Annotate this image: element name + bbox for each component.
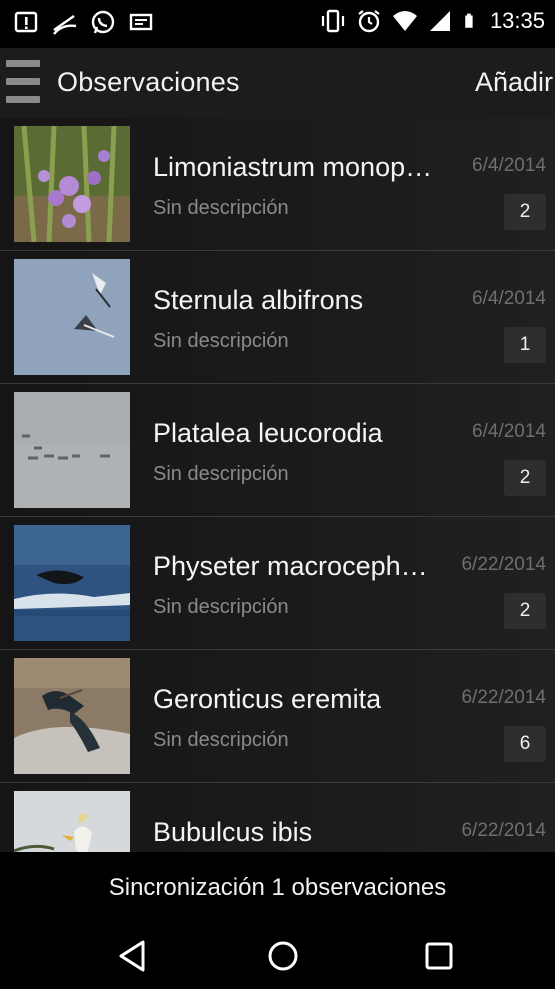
observation-description: Sin descripción	[153, 596, 289, 618]
status-bar: 13:35	[0, 0, 555, 48]
observation-thumbnail	[14, 658, 130, 774]
status-right-icons: 13:35	[320, 8, 545, 34]
menu-icon[interactable]	[6, 56, 40, 108]
observation-date: 6/22/2014	[461, 687, 546, 708]
screen: 13:35 Observaciones Añadir Limoniastrum …	[0, 0, 555, 989]
add-button[interactable]: Añadir	[475, 67, 555, 98]
alert-icon	[14, 11, 38, 33]
observation-description: Sin descripción	[153, 729, 289, 751]
observation-row[interactable]: Limoniastrum monop… Sin descripción 6/4/…	[0, 118, 555, 251]
signal-scribble-icon	[53, 15, 77, 35]
observation-thumbnail	[14, 525, 130, 641]
observation-date: 6/22/2014	[461, 820, 546, 841]
navigation-bar	[0, 924, 555, 989]
recents-icon[interactable]	[419, 936, 459, 976]
observation-name: Bubulcus ibis	[153, 817, 313, 847]
observation-date: 6/4/2014	[472, 288, 546, 309]
wifi-icon	[392, 11, 417, 31]
observation-row[interactable]: Physeter macroceph… Sin descripción 6/22…	[0, 517, 555, 650]
observation-date: 6/4/2014	[472, 155, 546, 176]
observation-description: Sin descripción	[153, 463, 289, 485]
observation-thumbnail	[14, 791, 130, 852]
observation-thumbnail	[14, 126, 130, 242]
whatsapp-icon	[91, 10, 115, 34]
battery-icon	[465, 13, 473, 28]
observation-name: Sternula albifrons	[153, 285, 364, 315]
sync-status-bar[interactable]: Sincronización 1 observaciones	[0, 852, 555, 924]
cell-signal-icon	[429, 11, 450, 31]
vibrate-icon	[321, 9, 345, 33]
home-icon[interactable]	[263, 936, 303, 976]
observation-row[interactable]: Geronticus eremita Sin descripción 6/22/…	[0, 650, 555, 783]
observation-list[interactable]: Limoniastrum monop… Sin descripción 6/4/…	[0, 118, 555, 852]
back-icon[interactable]	[113, 936, 153, 976]
status-left-icons	[14, 10, 154, 36]
observation-row[interactable]: Sternula albifrons Sin descripción 6/4/2…	[0, 251, 555, 384]
page-title: Observaciones	[57, 67, 240, 97]
observation-name: Platalea leucorodia	[153, 418, 383, 448]
observation-thumbnail	[14, 259, 130, 375]
observation-count-badge: 6	[504, 726, 546, 762]
observation-date: 6/22/2014	[461, 554, 546, 575]
alarm-icon	[358, 10, 380, 33]
observation-date: 6/4/2014	[472, 421, 546, 442]
observation-count-badge: 2	[504, 460, 546, 496]
observation-count-badge: 1	[504, 327, 546, 363]
observation-name: Physeter macroceph…	[153, 551, 428, 581]
observation-description: Sin descripción	[153, 197, 289, 219]
observation-name: Limoniastrum monop…	[153, 152, 433, 182]
observation-description: Sin descripción	[153, 330, 289, 352]
action-bar: Observaciones Añadir	[0, 48, 555, 118]
observation-count-badge: 2	[504, 194, 546, 230]
observation-row[interactable]: Platalea leucorodia Sin descripción 6/4/…	[0, 384, 555, 517]
observation-count-badge: 2	[504, 593, 546, 629]
message-icon	[129, 13, 153, 31]
observation-row[interactable]: Bubulcus ibis 6/22/2014	[0, 783, 555, 852]
status-time: 13:35	[489, 8, 545, 33]
observation-thumbnail	[14, 392, 130, 508]
observation-name: Geronticus eremita	[153, 684, 382, 714]
